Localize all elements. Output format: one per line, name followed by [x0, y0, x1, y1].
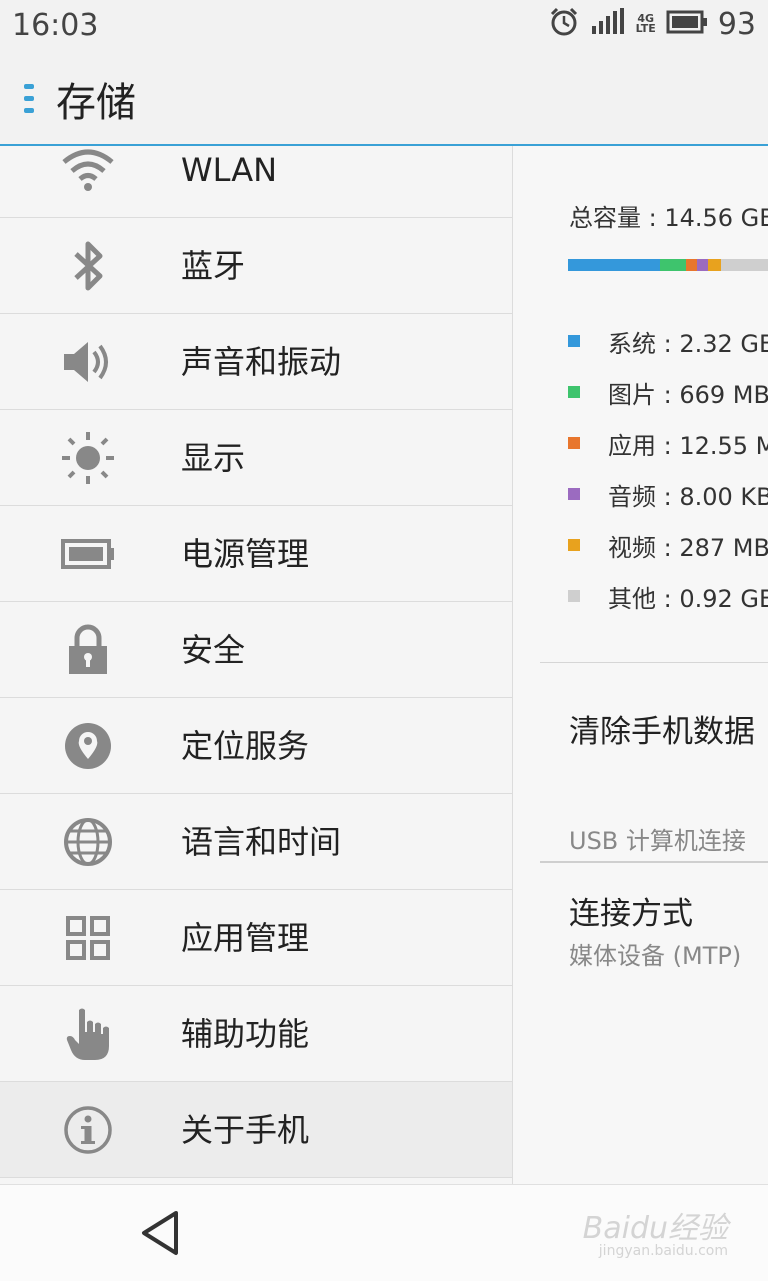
sidebar-item-wlan[interactable]: WLAN [0, 146, 512, 218]
navigation-bar: Baidu经验 jingyan.baidu.com [0, 1184, 768, 1281]
legend-swatch [568, 437, 580, 449]
divider [540, 861, 768, 863]
sidebar-item-location[interactable]: 定位服务 [0, 698, 512, 794]
legend-item-pictures: 图片 : 669 MB [568, 374, 768, 410]
legend-item-audio: 音频 : 8.00 KB [568, 476, 768, 512]
sidebar-item-about-phone[interactable]: 关于手机 [0, 1082, 512, 1178]
usb-section-header: USB 计算机连接 [569, 827, 746, 855]
divider [540, 662, 768, 663]
usage-bar-segment [708, 259, 721, 271]
sidebar-item-label: 安全 [181, 631, 246, 669]
watermark-url: jingyan.baidu.com [598, 1243, 728, 1259]
speaker-icon [58, 336, 118, 388]
sidebar-item-app-management[interactable]: 应用管理 [0, 890, 512, 986]
sidebar-item-label: 应用管理 [181, 919, 310, 957]
legend-item-system: 系统 : 2.32 GB [568, 323, 768, 359]
storage-usage-bar [568, 259, 768, 271]
battery-icon [666, 10, 708, 38]
menu-icon[interactable] [18, 82, 40, 116]
legend-label: 视频 : 287 MB [608, 533, 768, 562]
page-title: 存储 [56, 80, 136, 126]
wifi-icon [58, 146, 118, 196]
sidebar-item-bluetooth[interactable]: 蓝牙 [0, 218, 512, 314]
sidebar-item-security[interactable]: 安全 [0, 602, 512, 698]
apps-grid-icon [58, 912, 118, 964]
legend-item-video: 视频 : 287 MB [568, 527, 768, 563]
total-capacity: 总容量 : 14.56 GB [569, 204, 768, 232]
legend-label: 系统 : 2.32 GB [608, 329, 768, 358]
alarm-icon [548, 6, 580, 42]
sidebar-item-label: 电源管理 [181, 535, 310, 573]
sidebar-item-accessibility[interactable]: 辅助功能 [0, 986, 512, 1082]
status-time: 16:03 [12, 8, 99, 43]
sidebar-item-label: 语言和时间 [181, 823, 342, 861]
storage-detail-pane: 总容量 : 14.56 GB 系统 : 2.32 GB 图片 : 669 MB … [513, 146, 768, 1184]
legend-swatch [568, 488, 580, 500]
lock-icon [58, 624, 118, 676]
legend-swatch [568, 539, 580, 551]
sidebar-item-label: 辅助功能 [181, 1015, 310, 1053]
status-bar: 16:03 4G LTE 93 [0, 0, 768, 50]
sidebar-item-language-time[interactable]: 语言和时间 [0, 794, 512, 890]
info-icon [58, 1104, 118, 1156]
usage-bar-segment [686, 259, 697, 271]
legend-label: 其他 : 0.92 GB [608, 584, 768, 613]
usage-bar-segment [721, 259, 768, 271]
legend-swatch [568, 386, 580, 398]
network-type: 4G LTE [635, 12, 656, 35]
sidebar-item-power[interactable]: 电源管理 [0, 506, 512, 602]
globe-icon [58, 816, 118, 868]
sidebar-item-label: 蓝牙 [181, 247, 246, 285]
usage-bar-segment [568, 259, 660, 271]
usage-bar-segment [697, 259, 708, 271]
app-header: 存储 [0, 50, 768, 146]
sidebar-item-display[interactable]: 显示 [0, 410, 512, 506]
location-icon [58, 720, 118, 772]
legend-item-apps: 应用 : 12.55 M [568, 425, 768, 461]
settings-sidebar: WLAN 蓝牙 声音和振动 显示 电源管理 安全 定位服务 语言和时间 应用管理… [0, 146, 513, 1184]
legend-swatch [568, 590, 580, 602]
connection-mode-setting[interactable]: 连接方式 [569, 888, 693, 933]
legend-label: 图片 : 669 MB [608, 380, 768, 409]
connection-mode-value: 媒体设备 (MTP) [569, 942, 742, 970]
sidebar-item-label: 显示 [181, 439, 246, 477]
bluetooth-icon [58, 240, 118, 292]
back-icon[interactable] [136, 1207, 186, 1259]
signal-icon [590, 8, 626, 40]
battery-percent: 93 [717, 6, 756, 42]
sidebar-item-label: 声音和振动 [181, 343, 342, 381]
legend-label: 音频 : 8.00 KB [608, 482, 768, 511]
sidebar-item-sound[interactable]: 声音和振动 [0, 314, 512, 410]
legend-label: 应用 : 12.55 M [608, 431, 768, 460]
legend-item-other: 其他 : 0.92 GB [568, 578, 768, 614]
brightness-icon [58, 432, 118, 484]
battery-icon [58, 528, 118, 580]
clear-phone-data-button[interactable]: 清除手机数据 [569, 706, 755, 751]
hand-icon [58, 1008, 118, 1060]
usage-bar-segment [660, 259, 686, 271]
sidebar-item-label: 关于手机 [181, 1111, 310, 1149]
sidebar-item-label: 定位服务 [181, 727, 310, 765]
watermark-logo: Baidu经验 [582, 1211, 728, 1246]
sidebar-item-label: WLAN [181, 151, 278, 189]
legend-swatch [568, 335, 580, 347]
